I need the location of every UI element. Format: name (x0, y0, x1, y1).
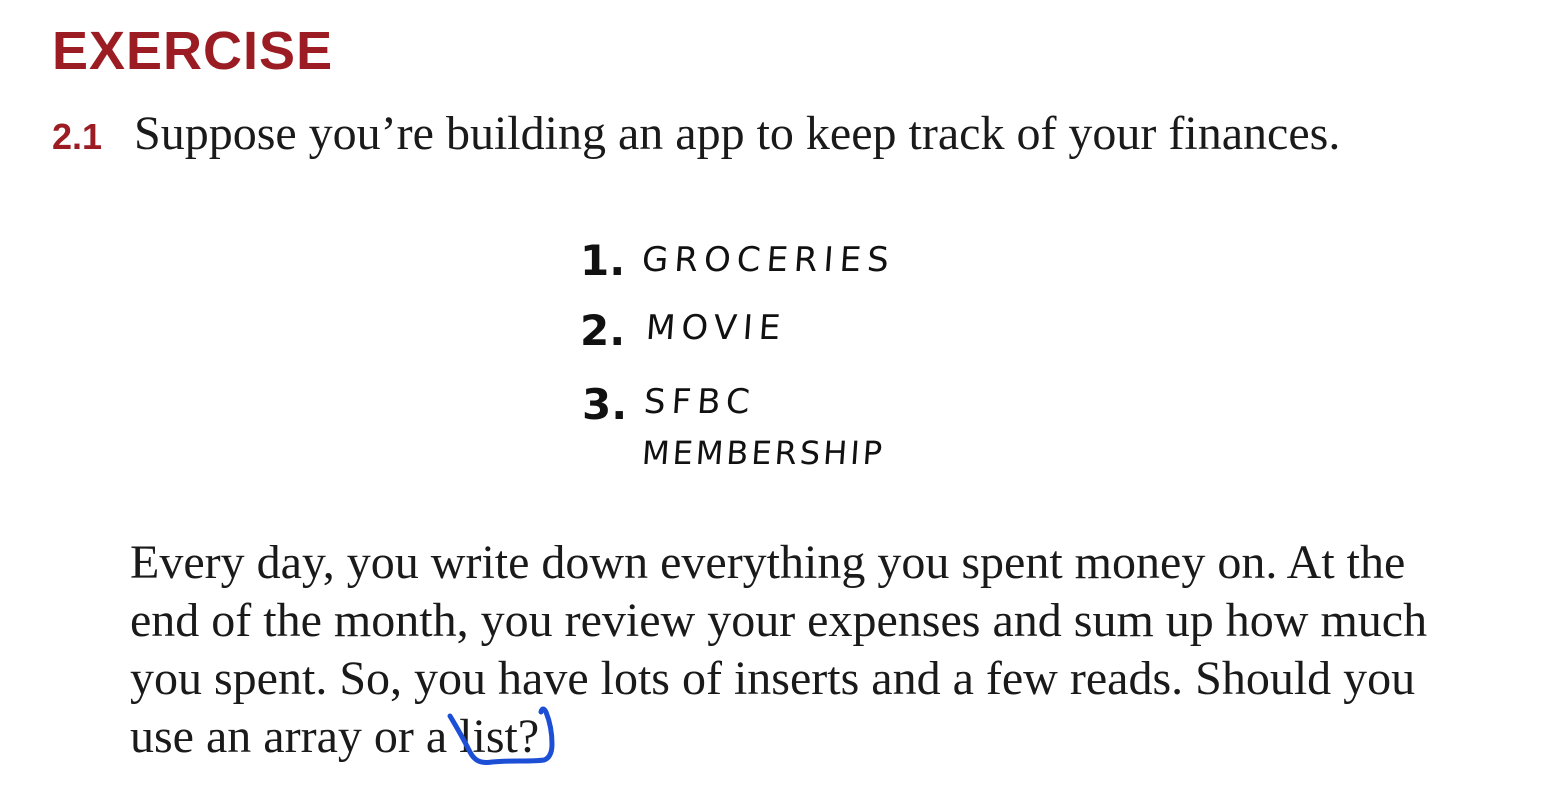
body-line: use an array or a list? (130, 710, 540, 763)
body-line: Every day, you write down everything you… (130, 536, 1406, 589)
list-item-number: 1. (580, 236, 626, 285)
handwritten-list: 1. GROCERIES 2. MOVIE 3. SFBC MEMBERSHIP (570, 222, 930, 482)
body-paragraph: Every day, you write down everything you… (130, 534, 1460, 766)
exercise-heading: EXERCISE (52, 21, 334, 81)
body-line: you spent. So, you have lots of inserts … (130, 652, 1416, 705)
list-item-label: SFBC (642, 382, 758, 422)
exercise-prompt: Suppose you’re building an app to keep t… (134, 107, 1341, 160)
list-item-number: 3. (582, 380, 628, 429)
exercise-number: 2.1 (52, 116, 103, 157)
body-line: end of the month, you review your expens… (130, 594, 1428, 647)
list-item-label: MOVIE (644, 308, 788, 348)
list-item-label: MEMBERSHIP (640, 434, 887, 472)
list-item-label: GROCERIES (640, 240, 897, 280)
list-item-number: 2. (580, 306, 626, 355)
